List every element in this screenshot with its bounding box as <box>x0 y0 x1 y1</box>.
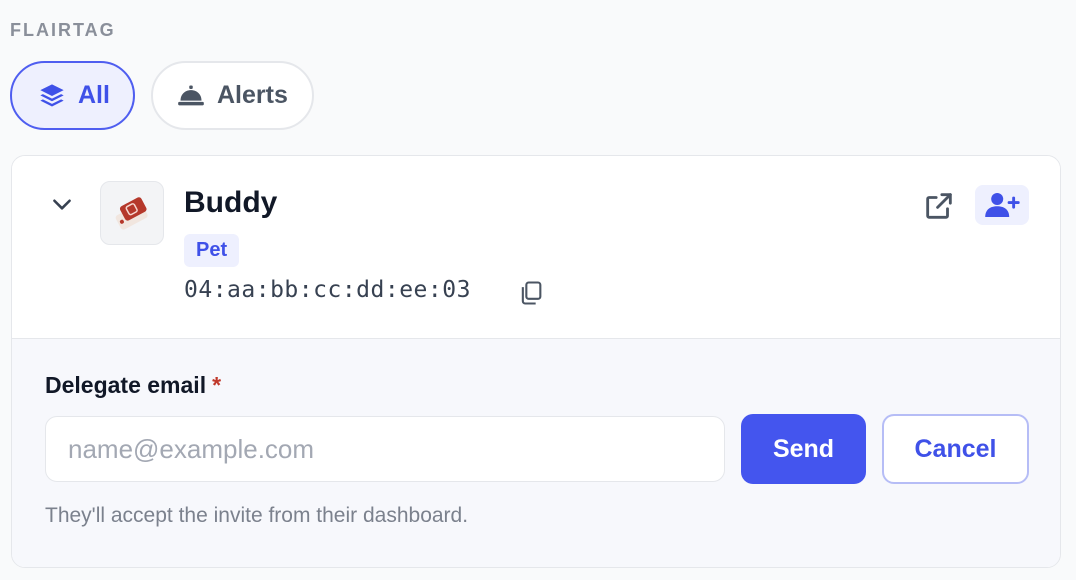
filter-bar: All Alerts <box>10 61 314 130</box>
tag-category-badge: Pet <box>184 234 240 267</box>
delegate-hint: They'll accept the invite from their das… <box>45 504 469 527</box>
external-link-icon <box>926 193 952 219</box>
open-tag-button[interactable] <box>922 189 956 223</box>
delegate-email-input[interactable] <box>45 416 725 482</box>
cancel-button[interactable]: Cancel <box>882 414 1029 484</box>
tag-name: Buddy <box>184 186 278 219</box>
filter-all-label: All <box>78 81 110 109</box>
filter-alerts-label: Alerts <box>217 81 288 109</box>
tag-icon <box>115 197 148 230</box>
tag-id: 04:aa:bb:cc:dd:ee:03 <box>184 277 471 303</box>
delegate-email-label-text: Delegate email <box>45 372 207 398</box>
required-marker: * <box>212 372 222 398</box>
send-button[interactable]: Send <box>741 414 866 484</box>
delegate-form: Delegate email* Send Cancel They'll acce… <box>12 339 1060 567</box>
copy-icon <box>521 281 542 305</box>
delegate-email-label: Delegate email * <box>45 372 221 399</box>
section-label: FLAIRTAG <box>10 20 116 40</box>
tag-thumbnail <box>100 181 164 245</box>
bell-icon <box>177 83 205 109</box>
tag-card: Buddy Pet 04:aa:bb:cc:dd:ee:03 Delegate … <box>11 155 1061 568</box>
tag-card-header: Buddy Pet 04:aa:bb:cc:dd:ee:03 <box>12 156 1060 339</box>
layers-icon <box>38 82 66 110</box>
copy-id-button[interactable] <box>517 279 545 307</box>
flairtag-panel: FLAIRTAG All Alerts Buddy Pet 04:aa:bb:c… <box>0 0 1076 580</box>
user-plus-icon <box>985 193 1020 217</box>
filter-alerts-button[interactable]: Alerts <box>151 61 314 130</box>
filter-all-button[interactable]: All <box>10 61 135 130</box>
add-delegate-button[interactable] <box>975 185 1029 225</box>
chevron-down-icon[interactable] <box>49 191 75 217</box>
